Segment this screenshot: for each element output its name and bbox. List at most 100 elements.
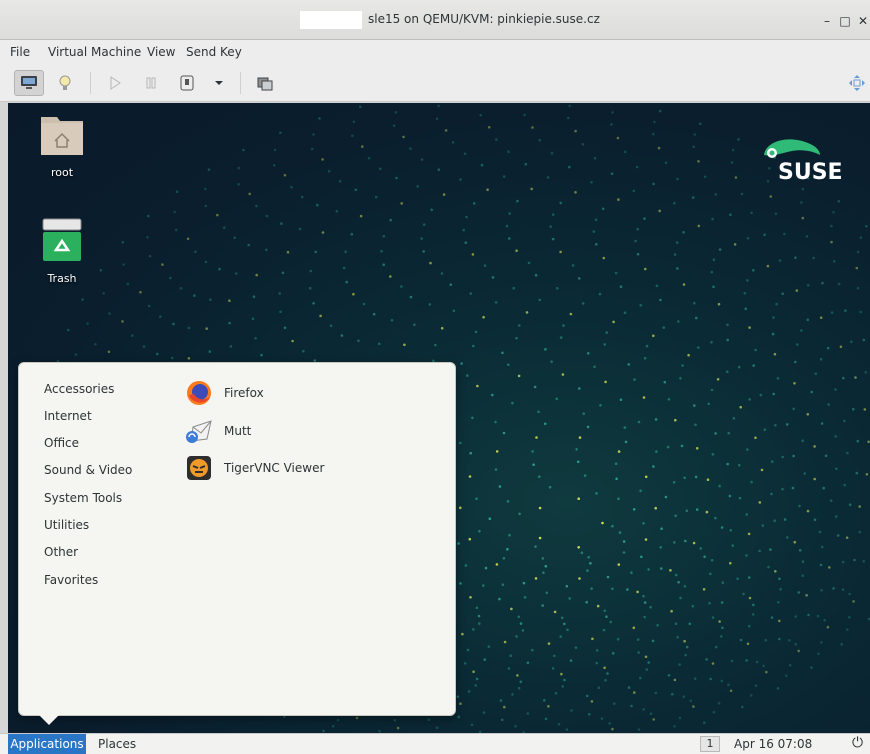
- wallpaper-dot: [474, 684, 478, 687]
- toolbar-separator: [240, 72, 241, 94]
- menu-category-favorites[interactable]: Favorites: [44, 573, 98, 587]
- play-icon[interactable]: [100, 70, 130, 96]
- wallpaper-dot: [717, 701, 721, 705]
- menu-virtual-machine[interactable]: Virtual Machine: [48, 45, 141, 59]
- app-item-firefox[interactable]: Firefox: [184, 378, 264, 408]
- wallpaper-dot: [527, 261, 531, 265]
- wallpaper-dot: [710, 270, 714, 274]
- wallpaper-dot: [420, 237, 423, 240]
- wallpaper-dot: [761, 524, 765, 527]
- wallpaper-dot: [652, 718, 655, 721]
- wallpaper-dot: [611, 652, 615, 655]
- wallpaper-dot: [699, 122, 702, 126]
- wallpaper-dot: [669, 569, 672, 572]
- menu-category-sound-video[interactable]: Sound & Video: [44, 463, 132, 477]
- close-icon[interactable]: ✕: [854, 12, 870, 30]
- lightbulb-icon[interactable]: [50, 70, 80, 96]
- wallpaper-dot: [580, 551, 584, 555]
- wallpaper-dot: [676, 177, 679, 181]
- wallpaper-dot: [547, 642, 551, 645]
- menu-send-key[interactable]: Send Key: [186, 45, 242, 59]
- app-item-tigervnc[interactable]: TigerVNC Viewer: [184, 453, 324, 483]
- menu-file[interactable]: File: [10, 45, 30, 59]
- wallpaper-dot: [781, 487, 784, 491]
- wallpaper-dot: [531, 648, 534, 652]
- menu-category-accessories[interactable]: Accessories: [44, 382, 114, 396]
- wallpaper-dot: [697, 224, 701, 228]
- menu-category-other[interactable]: Other: [44, 545, 78, 559]
- wallpaper-dot: [420, 158, 424, 161]
- menu-category-office[interactable]: Office: [44, 436, 79, 450]
- wallpaper-dot: [795, 289, 799, 292]
- desktop-icon-trash[interactable]: Trash: [32, 217, 92, 285]
- wallpaper-dot: [402, 135, 405, 139]
- wallpaper-dot: [517, 615, 520, 619]
- menu-category-utilities[interactable]: Utilities: [44, 518, 89, 532]
- wallpaper-dot: [746, 642, 750, 646]
- wallpaper-dot: [794, 643, 798, 646]
- wallpaper-dot: [251, 317, 255, 320]
- wallpaper-dot: [506, 547, 509, 551]
- wallpaper-dot: [770, 492, 773, 496]
- app-item-mutt[interactable]: Mutt: [184, 416, 251, 446]
- wallpaper-dot: [308, 286, 312, 290]
- wallpaper-dot: [159, 315, 162, 318]
- wallpaper-dot: [647, 661, 650, 664]
- wallpaper-dot: [630, 704, 633, 708]
- power-icon[interactable]: [172, 70, 202, 96]
- applications-button[interactable]: Applications: [8, 734, 86, 754]
- chevron-down-icon[interactable]: [204, 70, 234, 96]
- wallpaper-dot: [522, 581, 526, 585]
- wallpaper-dot: [312, 133, 315, 136]
- wallpaper-dot: [616, 136, 620, 140]
- wallpaper-dot: [521, 629, 525, 632]
- wallpaper-dot: [836, 534, 840, 537]
- wallpaper-dot: [568, 597, 571, 600]
- wallpaper-dot: [340, 334, 344, 337]
- wallpaper-dot: [834, 435, 837, 438]
- wallpaper-dot: [813, 445, 816, 448]
- wallpaper-dot: [778, 259, 782, 262]
- screenshot-icon[interactable]: [250, 70, 280, 96]
- toolbar-separator: [90, 72, 91, 94]
- wallpaper-dot: [848, 592, 851, 596]
- wallpaper-dot: [829, 499, 833, 503]
- wallpaper-dot: [494, 420, 497, 424]
- wallpaper-dot: [748, 398, 751, 401]
- wallpaper-dot: [605, 331, 608, 334]
- power-icon[interactable]: ⏻: [852, 735, 863, 751]
- minimize-icon[interactable]: –: [818, 12, 836, 30]
- pause-icon[interactable]: [136, 70, 166, 96]
- wallpaper-dot: [654, 506, 657, 510]
- home-folder-icon: [41, 117, 83, 155]
- console-icon[interactable]: [14, 70, 44, 96]
- wallpaper-dot: [664, 161, 668, 164]
- wallpaper-dot: [651, 639, 655, 643]
- places-button[interactable]: Places: [98, 737, 136, 751]
- wallpaper-dot: [745, 659, 748, 662]
- wallpaper-dot: [352, 292, 355, 296]
- clock[interactable]: Apr 16 07:08: [734, 737, 812, 751]
- wallpaper-dot: [610, 172, 614, 175]
- desktop-icon-root[interactable]: root: [32, 111, 92, 179]
- wallpaper-dot: [726, 462, 729, 466]
- wallpaper-dot: [466, 648, 470, 652]
- menu-view[interactable]: View: [147, 45, 175, 59]
- wallpaper-dot: [255, 273, 258, 277]
- maximize-icon[interactable]: □: [836, 12, 854, 30]
- wallpaper-dot: [265, 248, 268, 252]
- workspace-indicator[interactable]: 1: [700, 736, 720, 752]
- fullscreen-icon[interactable]: [842, 70, 870, 96]
- wallpaper-dot: [683, 476, 686, 480]
- wallpaper-dot: [530, 187, 533, 191]
- menu-category-internet[interactable]: Internet: [44, 409, 92, 423]
- menu-category-system-tools[interactable]: System Tools: [44, 491, 122, 505]
- wallpaper-dot: [553, 654, 556, 658]
- wallpaper-dot: [329, 324, 333, 328]
- wallpaper-dot: [442, 193, 446, 196]
- wallpaper-dot: [674, 573, 678, 577]
- wallpaper-dot: [712, 258, 716, 261]
- wallpaper-dot: [174, 228, 178, 232]
- tigervnc-icon: [184, 453, 214, 483]
- wallpaper-dot: [699, 547, 702, 550]
